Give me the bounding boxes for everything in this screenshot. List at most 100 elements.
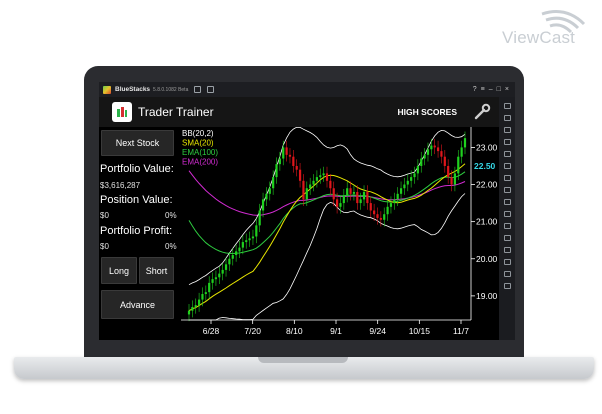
x-tick-label: 7/20	[244, 326, 261, 336]
candlestick	[251, 236, 255, 239]
x-tick-label: 10/15	[409, 326, 431, 336]
sidebar-tool-icon[interactable]	[503, 151, 511, 157]
bluestacks-title: BlueStacks	[115, 86, 151, 93]
candlestick	[406, 180, 409, 185]
candlestick	[386, 206, 389, 215]
sidebar-tool-icon[interactable]	[503, 103, 511, 109]
home-icon[interactable]	[194, 86, 202, 93]
candlestick	[288, 154, 292, 157]
candlestick	[399, 188, 403, 194]
candlestick	[241, 242, 244, 248]
candlestick	[201, 294, 204, 300]
candlestick	[245, 240, 248, 243]
price-chart: 19.00 20.00 21.00 22.00 23.00 22.50 6/28 7/20 8/…	[181, 127, 498, 336]
y-tick-label: 23.00	[476, 142, 498, 152]
candlestick	[433, 145, 436, 148]
legend-label: EMA(200)	[182, 158, 218, 167]
sidebar-tool-icon[interactable]	[503, 199, 511, 205]
candlestick	[238, 247, 241, 252]
candlestick	[325, 173, 329, 181]
y-tick-label: 20.00	[476, 254, 498, 264]
portfolio-profit: $0	[100, 242, 109, 251]
sidebar-tool-icon[interactable]	[503, 223, 511, 229]
maximize-icon[interactable]: □	[497, 86, 501, 93]
long-button[interactable]: Long	[101, 257, 137, 284]
candlestick	[224, 264, 228, 270]
next-stock-button[interactable]: Next Stock	[101, 130, 174, 156]
laptop-notch	[258, 357, 348, 363]
candlestick	[228, 258, 231, 265]
portfolio-value-label: Portfolio Value:	[100, 163, 174, 175]
app-title: Trader Trainer	[138, 105, 214, 119]
position-value-label: Position Value:	[100, 194, 173, 206]
minimize-icon[interactable]: –	[489, 86, 493, 93]
sidebar-tool-icon[interactable]	[503, 247, 511, 253]
profit-percent: 0%	[165, 242, 177, 251]
candlestick	[309, 184, 312, 189]
short-button[interactable]: Short	[139, 257, 174, 284]
candlestick	[393, 199, 396, 204]
x-tick-label: 8/10	[286, 326, 303, 336]
candlestick	[268, 188, 271, 194]
candlestick	[463, 138, 467, 148]
candlestick	[359, 199, 362, 204]
position-percent: 0%	[165, 211, 177, 220]
candlestick	[346, 188, 349, 196]
candlestick	[197, 299, 201, 306]
close-icon[interactable]: ×	[505, 86, 509, 93]
candlestick	[191, 307, 194, 311]
candlestick	[305, 188, 308, 200]
chart-plot-area	[181, 127, 471, 320]
high-scores-button[interactable]: HIGH SCORES	[397, 107, 457, 117]
candlestick	[447, 165, 450, 178]
menu-icon[interactable]: ≡	[481, 86, 485, 93]
candlestick	[261, 199, 265, 211]
sidebar-tool-icon[interactable]	[503, 235, 511, 241]
candlestick	[322, 173, 325, 176]
wrench-settings-icon[interactable]	[473, 103, 491, 121]
candlestick	[315, 177, 319, 181]
x-tick-label: 9/1	[330, 326, 342, 336]
advance-button[interactable]: Advance	[101, 290, 174, 319]
candlestick	[214, 277, 218, 280]
control-panel: Next Stock Portfolio Value: $3,616,287 P…	[99, 127, 182, 340]
multi-instance-icon[interactable]	[207, 86, 215, 93]
candlestick	[292, 156, 295, 166]
candlestick	[379, 217, 382, 220]
candlestick	[426, 149, 430, 155]
current-price-label: 22.50	[474, 161, 496, 171]
candlestick	[275, 164, 278, 178]
x-tick-label: 9/24	[369, 326, 386, 336]
candlestick	[366, 191, 369, 204]
sidebar-tool-icon[interactable]	[503, 175, 511, 181]
portfolio-profit-label: Portfolio Profit:	[100, 225, 173, 237]
candlestick	[329, 180, 332, 189]
position-value: $0	[100, 211, 109, 220]
bluestacks-version: 5.8.0.1082 Beta	[153, 86, 189, 93]
candlestick	[211, 279, 214, 283]
candlestick	[342, 195, 345, 204]
y-tick-label: 21.00	[476, 217, 498, 227]
sidebar-tool-icon[interactable]	[503, 271, 511, 277]
help-icon[interactable]: ?	[473, 86, 477, 93]
sidebar-tool-icon[interactable]	[503, 115, 511, 121]
candlestick	[356, 191, 359, 204]
candlestick	[389, 203, 393, 207]
sidebar-tool-icon[interactable]	[503, 259, 511, 265]
sidebar-tool-icon[interactable]	[503, 127, 511, 133]
candlestick	[383, 214, 386, 220]
bluestacks-sidebar	[499, 97, 515, 340]
candlestick	[440, 151, 443, 157]
candlestick	[319, 175, 322, 178]
candlestick	[302, 180, 305, 200]
sidebar-tool-icon[interactable]	[503, 283, 511, 289]
app-logo-icon	[112, 102, 132, 122]
sidebar-tool-icon[interactable]	[503, 187, 511, 193]
sidebar-tool-icon[interactable]	[503, 211, 511, 217]
sidebar-tool-icon[interactable]	[503, 163, 511, 169]
candlestick	[460, 147, 463, 157]
candlestick	[235, 251, 238, 256]
sidebar-tool-icon[interactable]	[503, 139, 511, 145]
candlestick	[312, 180, 315, 185]
candlestick	[376, 214, 379, 218]
